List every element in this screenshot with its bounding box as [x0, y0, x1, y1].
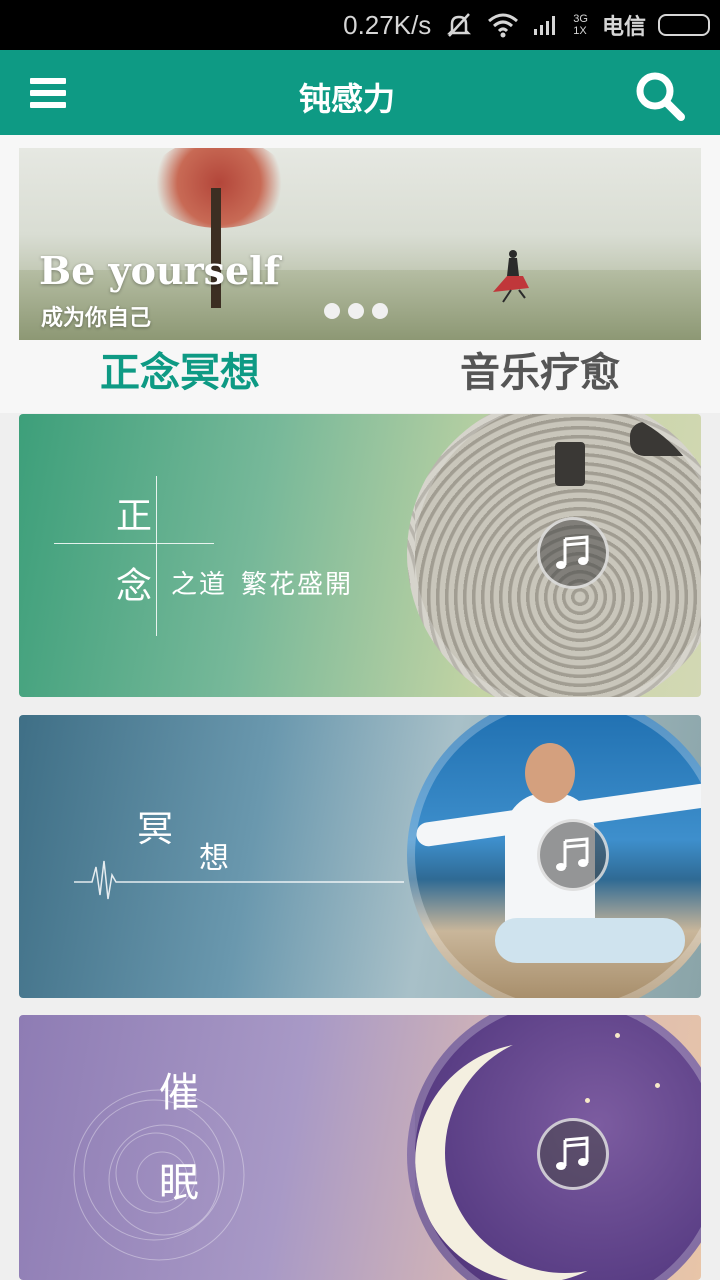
carousel-dot[interactable]: [348, 303, 364, 319]
banner-headline: Be yourself: [39, 248, 280, 293]
stone: [630, 422, 700, 456]
banner-carousel[interactable]: Be yourself 成为你自己: [19, 148, 701, 340]
carousel-indicator: [324, 303, 396, 319]
card-suffix-b: 繁花盛開: [241, 570, 354, 600]
banner-subline: 成为你自己: [41, 306, 152, 331]
star: [585, 1098, 590, 1103]
music-note-icon[interactable]: [537, 819, 609, 891]
carousel-dot[interactable]: [324, 303, 340, 319]
mindfulness-card[interactable]: 正 念 之道 繁花盛開: [19, 414, 701, 697]
network-type: 3G 1X: [573, 13, 588, 37]
card-char-2: 想: [199, 841, 229, 876]
heartbeat-line: [74, 860, 404, 900]
wifi-icon: [487, 12, 519, 38]
divider-line: [54, 543, 214, 544]
music-note-icon[interactable]: [537, 1118, 609, 1190]
network-speed: 0.27K/s: [343, 9, 432, 40]
search-icon[interactable]: [634, 70, 686, 122]
signal-icon: [533, 13, 559, 37]
card-char-2: 眠: [159, 1160, 199, 1206]
network-type-bottom: 1X: [573, 25, 587, 37]
stone: [555, 442, 585, 486]
bell-muted-icon: [445, 11, 473, 39]
hypnosis-card[interactable]: 催 眠: [19, 1015, 701, 1280]
carousel-dot[interactable]: [372, 303, 388, 319]
figure-legs: [495, 918, 685, 963]
tab-mindfulness[interactable]: 正念冥想: [0, 340, 360, 413]
carrier-name: 电信: [601, 15, 646, 40]
category-tabs: 正念冥想 音乐疗愈: [0, 340, 720, 413]
app-toolbar: 钝感力: [0, 50, 720, 135]
figure-head: [525, 743, 575, 803]
music-note-icon[interactable]: [537, 517, 609, 589]
card-char-1: 正: [116, 496, 153, 537]
card-char-1: 冥: [137, 809, 174, 850]
star: [615, 1033, 620, 1038]
battery-icon: [658, 14, 710, 36]
card-char-2: 念: [116, 566, 153, 607]
status-bar: 0.27K/s 3G 1X 电信: [0, 0, 720, 50]
meditation-card[interactable]: 冥 想: [19, 715, 701, 998]
star: [655, 1083, 660, 1088]
card-suffix-a: 之道: [171, 570, 228, 600]
banner-section: Be yourself 成为你自己 正念冥想 音乐疗愈: [0, 135, 720, 413]
network-type-top: 3G: [573, 13, 588, 25]
card-char-1: 催: [159, 1070, 199, 1116]
app-title: 钝感力: [298, 80, 395, 118]
tab-music-healing[interactable]: 音乐疗愈: [360, 340, 720, 413]
divider-line: [156, 476, 157, 636]
runner-image: [493, 250, 529, 303]
